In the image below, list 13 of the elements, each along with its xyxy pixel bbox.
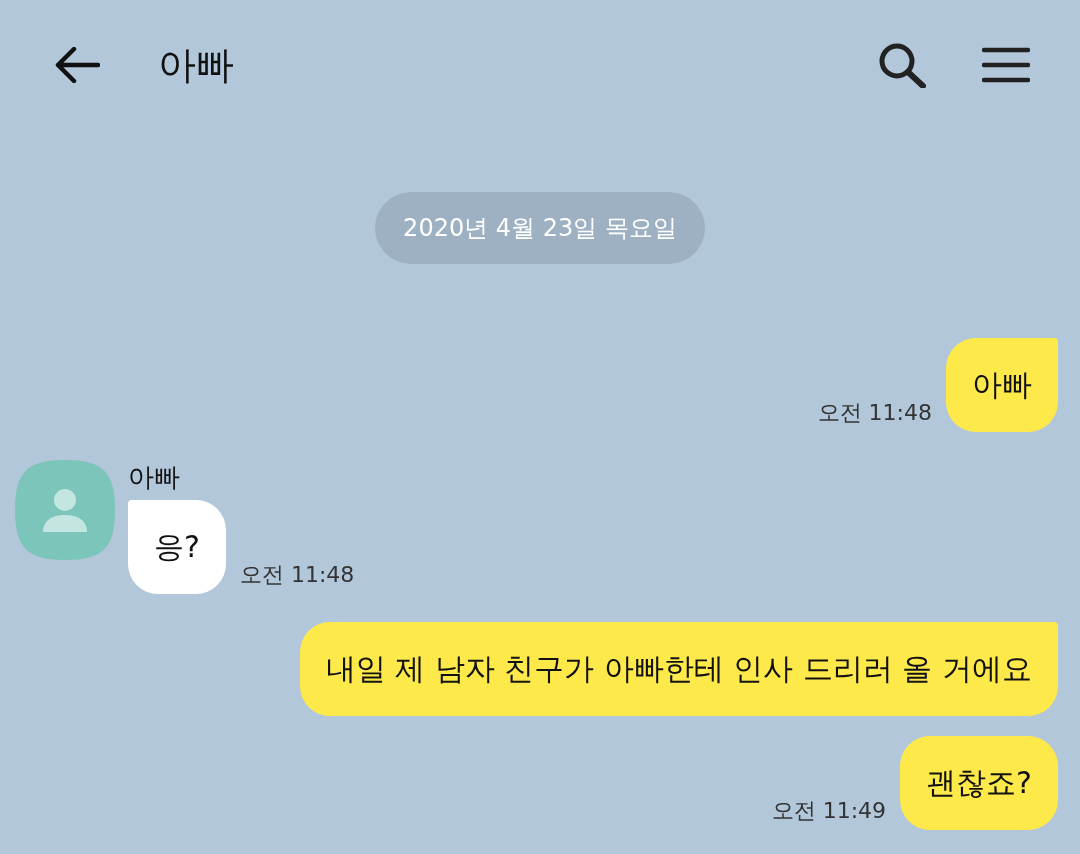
menu-icon[interactable] bbox=[982, 47, 1030, 83]
chat-title: 아빠 bbox=[158, 41, 234, 89]
back-arrow-icon[interactable] bbox=[54, 47, 100, 83]
message-bubble: 내일 제 남자 친구가 아빠한테 인사 드리러 올 거에요 bbox=[299, 622, 1058, 716]
search-icon[interactable] bbox=[878, 42, 926, 88]
message-time: 오전 11:49 bbox=[771, 797, 887, 825]
sender-name: 아빠 bbox=[128, 461, 181, 494]
message-bubble: 괜찮죠? bbox=[900, 736, 1058, 830]
date-divider: 2020년 4월 23일 목요일 bbox=[375, 192, 705, 264]
message-time: 오전 11:48 bbox=[239, 561, 355, 589]
message-bubble: 아빠 bbox=[946, 338, 1058, 432]
message-bubble: 응? bbox=[128, 500, 226, 594]
message-time: 오전 11:48 bbox=[817, 399, 932, 427]
